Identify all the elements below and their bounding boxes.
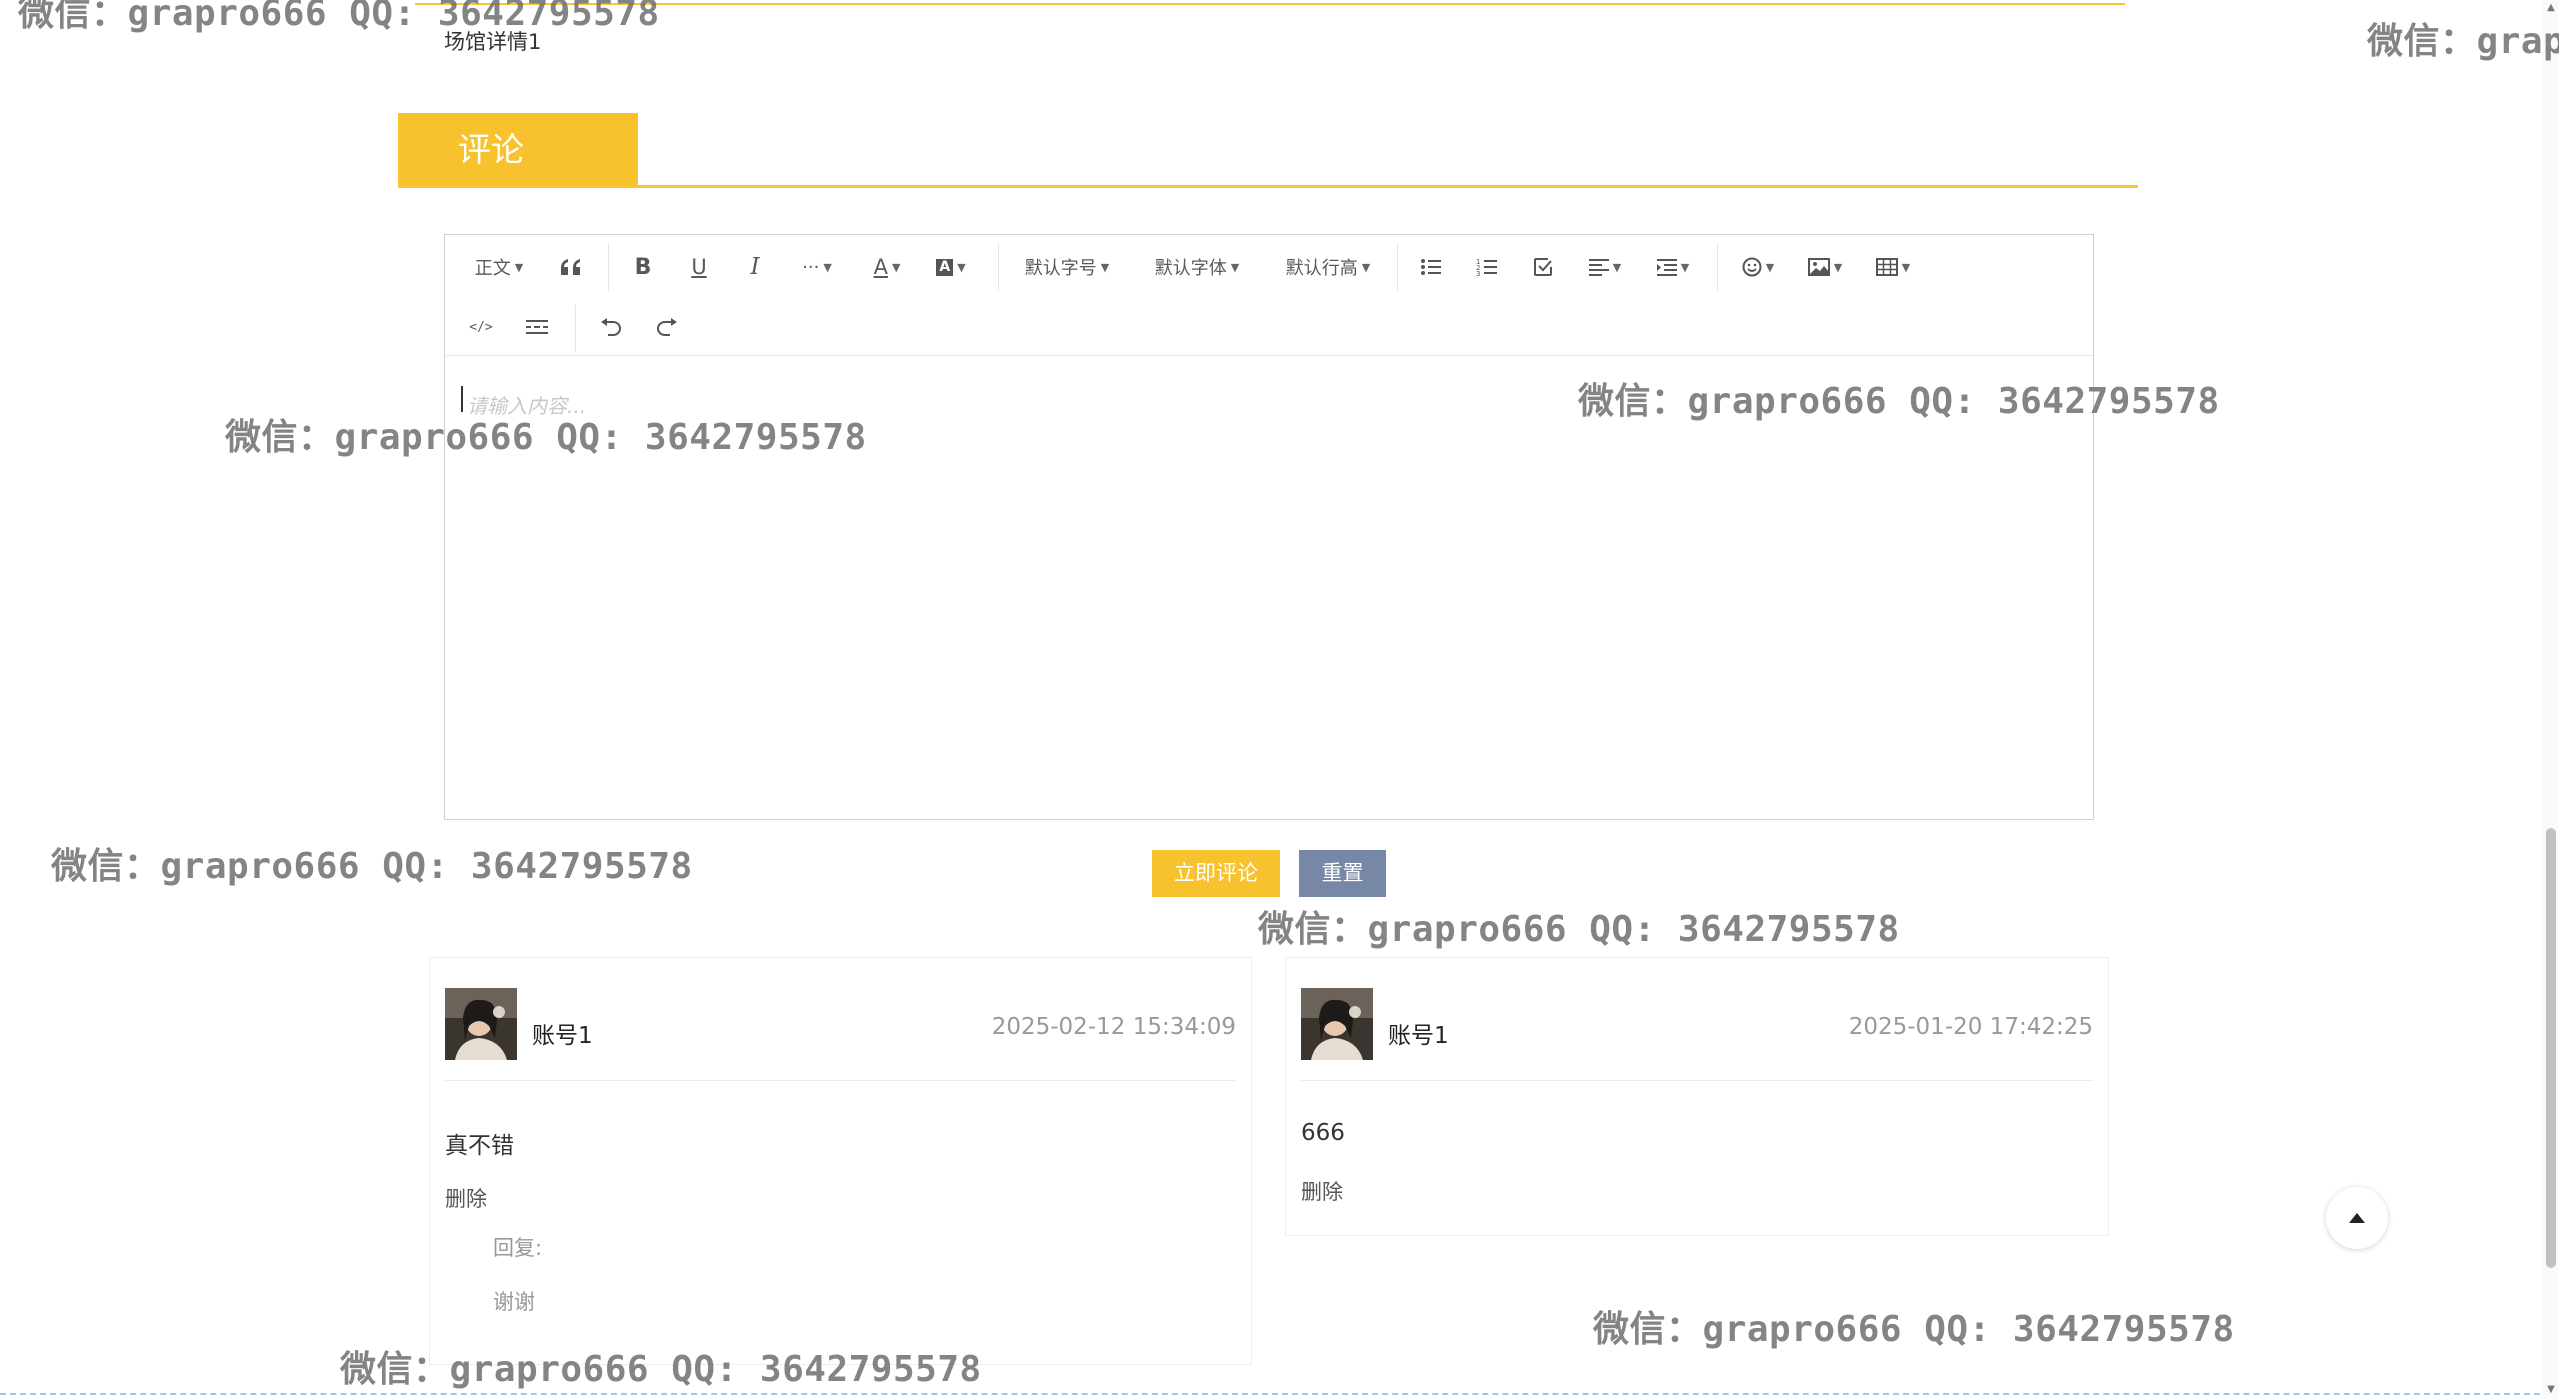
background-color-button[interactable]: A ▼ (923, 245, 979, 289)
comment-card: 账号1 2025-02-12 15:34:09 真不错 删除 回复: 谢谢 (429, 957, 1252, 1365)
font-color-button[interactable]: A ▼ (859, 245, 915, 289)
scroll-up-arrow-icon[interactable]: ▲ (2543, 0, 2559, 16)
comment-username: 账号1 (532, 1023, 593, 1049)
comment-editor[interactable]: 正文 ▼ B U I ··· ▼ A ▼ A ▼ 默认字号 ▼ 默认字体 ▼ 默… (444, 234, 2094, 820)
chevron-down-icon: ▼ (1901, 260, 1911, 274)
horizontal-rule-icon (526, 320, 548, 334)
redo-button[interactable] (645, 305, 689, 349)
comment-content: 666 (1301, 1120, 1345, 1146)
font-family-select[interactable]: 默认字体 ▼ (1141, 245, 1253, 289)
back-to-top-button[interactable] (2326, 1187, 2388, 1249)
comment-section-title: 评论 (398, 113, 638, 186)
chevron-down-icon: ▼ (1100, 260, 1110, 274)
arrow-up-icon (2349, 1213, 2365, 1223)
emoji-button[interactable]: ▼ (1730, 245, 1786, 289)
text-cursor (461, 386, 463, 412)
comment-divider (445, 1080, 1236, 1081)
avatar (445, 988, 517, 1060)
font-family-label: 默认字体 (1154, 258, 1227, 279)
indent-icon (1656, 259, 1677, 276)
reply-label: 回复: (493, 1236, 543, 1260)
code-icon: </> (469, 319, 493, 335)
numbered-list-button[interactable]: 123 (1465, 245, 1509, 289)
comment-card: 账号1 2025-01-20 17:42:25 666 删除 (1285, 957, 2109, 1236)
avatar (1301, 988, 1373, 1060)
comment-username: 账号1 (1388, 1023, 1449, 1049)
align-button[interactable]: ▼ (1577, 245, 1633, 289)
chevron-down-icon: ▼ (891, 260, 901, 274)
font-color-icon: A (873, 255, 888, 279)
table-button[interactable]: ▼ (1865, 245, 1921, 289)
table-icon (1875, 258, 1898, 276)
scroll-down-arrow-icon[interactable]: ▼ (2543, 1381, 2559, 1399)
checkbox-icon (1534, 258, 1552, 276)
code-button[interactable]: </> (459, 305, 503, 349)
quote-icon (561, 259, 580, 275)
reset-button[interactable]: 重置 (1299, 850, 1386, 897)
comment-section-divider (398, 185, 2138, 188)
chevron-down-icon: ▼ (1765, 260, 1775, 274)
redo-icon (657, 318, 677, 336)
chevron-down-icon: ▼ (1680, 260, 1690, 274)
smile-icon (1742, 257, 1762, 277)
undo-button[interactable] (589, 305, 633, 349)
comment-time: 2025-01-20 17:42:25 (1848, 1014, 2093, 1040)
chevron-down-icon: ▼ (514, 260, 524, 274)
chevron-down-icon: ▼ (823, 260, 832, 274)
chevron-down-icon: ▼ (1833, 260, 1843, 274)
watermark: 微信：grap (2367, 21, 2559, 62)
font-size-select[interactable]: 默认字号 ▼ (1011, 245, 1123, 289)
delete-comment-link[interactable]: 删除 (445, 1183, 487, 1213)
font-size-label: 默认字号 (1024, 258, 1097, 279)
editor-placeholder: 请输入内容... (467, 394, 587, 418)
blockquote-button[interactable] (549, 245, 593, 289)
bulleted-list-icon (1421, 259, 1441, 275)
italic-button[interactable]: I (733, 245, 777, 289)
comment-divider (1301, 1080, 2093, 1081)
underline-icon: U (691, 255, 707, 279)
editor-content-area[interactable]: 请输入内容... (445, 356, 2093, 819)
detail-divider (415, 3, 2125, 5)
more-style-button[interactable]: ··· ▼ (789, 245, 845, 289)
divider-button[interactable] (515, 305, 559, 349)
italic-icon: I (750, 254, 760, 280)
watermark: 微信：grapro666 QQ: 3642795578 (18, 0, 660, 34)
image-icon (1807, 258, 1830, 276)
svg-text:3: 3 (1476, 270, 1480, 277)
todo-button[interactable] (1521, 245, 1565, 289)
comment-time: 2025-02-12 15:34:09 (991, 1014, 1236, 1040)
editor-toolbar: 正文 ▼ B U I ··· ▼ A ▼ A ▼ 默认字号 ▼ 默认字体 ▼ 默… (445, 235, 2093, 356)
submit-comment-button[interactable]: 立即评论 (1152, 850, 1280, 897)
chevron-down-icon: ▼ (1361, 260, 1371, 274)
align-left-icon (1588, 259, 1609, 276)
venue-detail-text: 场馆详情1 (444, 30, 542, 54)
watermark: 微信：grapro666 QQ: 3642795578 (1258, 909, 1900, 950)
underline-button[interactable]: U (677, 245, 721, 289)
numbered-list-icon: 123 (1476, 258, 1497, 277)
background-color-icon: A (936, 258, 954, 276)
chevron-down-icon: ▼ (1230, 260, 1240, 274)
page-bottom-divider (0, 1393, 2540, 1395)
undo-icon (601, 318, 621, 336)
image-button[interactable]: ▼ (1797, 245, 1853, 289)
paragraph-label: 正文 (474, 258, 511, 279)
paragraph-select[interactable]: 正文 ▼ (465, 245, 533, 289)
chevron-down-icon: ▼ (957, 260, 966, 274)
watermark: 微信：grapro666 QQ: 3642795578 (51, 846, 693, 887)
reply-content: 谢谢 (493, 1290, 535, 1314)
bold-icon: B (634, 254, 652, 280)
bold-button[interactable]: B (621, 245, 665, 289)
delete-comment-link[interactable]: 删除 (1301, 1176, 1343, 1206)
bulleted-list-button[interactable] (1409, 245, 1453, 289)
line-height-select[interactable]: 默认行高 ▼ (1272, 245, 1384, 289)
indent-button[interactable]: ▼ (1645, 245, 1701, 289)
comment-content: 真不错 (445, 1133, 514, 1159)
line-height-label: 默认行高 (1285, 258, 1358, 279)
watermark: 微信：grapro666 QQ: 3642795578 (1593, 1309, 2235, 1350)
scrollbar-thumb[interactable] (2546, 828, 2556, 1268)
more-icon: ··· (802, 256, 820, 278)
chevron-down-icon: ▼ (1612, 260, 1622, 274)
